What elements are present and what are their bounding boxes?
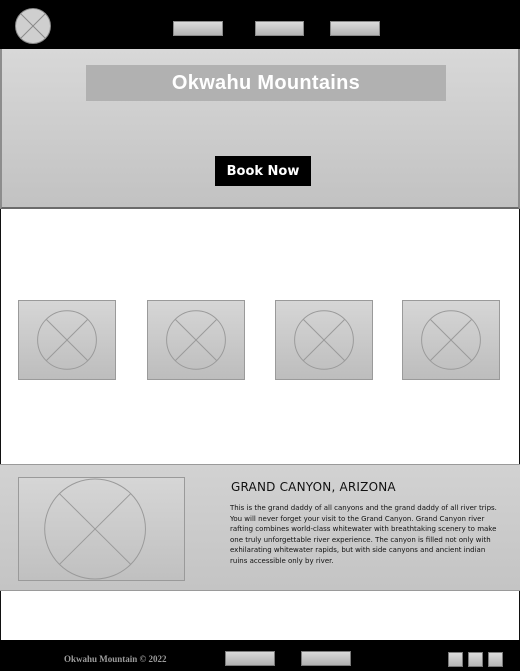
social-icon[interactable] — [488, 652, 503, 667]
nav-button-1[interactable] — [173, 21, 223, 36]
feature-description: This is the grand daddy of all canyons a… — [230, 504, 497, 565]
placeholder-image-icon — [44, 478, 146, 580]
hero-title: Okwahu Mountains — [171, 71, 361, 94]
gallery-thumbnail-2[interactable] — [147, 300, 245, 380]
feature-title: GRAND CANYON, ARIZONA — [231, 480, 396, 494]
footer-link-2[interactable] — [301, 651, 351, 666]
feature-section: GRAND CANYON, ARIZONA This is the grand … — [0, 464, 520, 591]
social-icon[interactable] — [448, 652, 463, 667]
placeholder-image-icon — [37, 310, 97, 370]
nav-button-2[interactable] — [255, 21, 304, 36]
hero-banner: Okwahu Mountains Book Now — [0, 49, 520, 209]
placeholder-image-icon — [421, 310, 481, 370]
copyright-text: Okwahu Mountain © 2022 — [64, 654, 167, 664]
site-header — [0, 0, 520, 49]
hero-title-box: Okwahu Mountains — [86, 65, 446, 101]
nav-button-3[interactable] — [330, 21, 380, 36]
book-now-button[interactable]: Book Now — [215, 156, 311, 186]
footer-link-1[interactable] — [225, 651, 275, 666]
gallery-thumbnail-1[interactable] — [18, 300, 116, 380]
gallery-thumbnail-4[interactable] — [402, 300, 500, 380]
placeholder-image-icon — [294, 310, 354, 370]
feature-image — [18, 477, 185, 581]
site-footer: Okwahu Mountain © 2022 — [0, 640, 520, 671]
social-icon[interactable] — [468, 652, 483, 667]
logo-placeholder-icon[interactable] — [14, 7, 52, 45]
placeholder-image-icon — [166, 310, 226, 370]
gallery-thumbnail-3[interactable] — [275, 300, 373, 380]
